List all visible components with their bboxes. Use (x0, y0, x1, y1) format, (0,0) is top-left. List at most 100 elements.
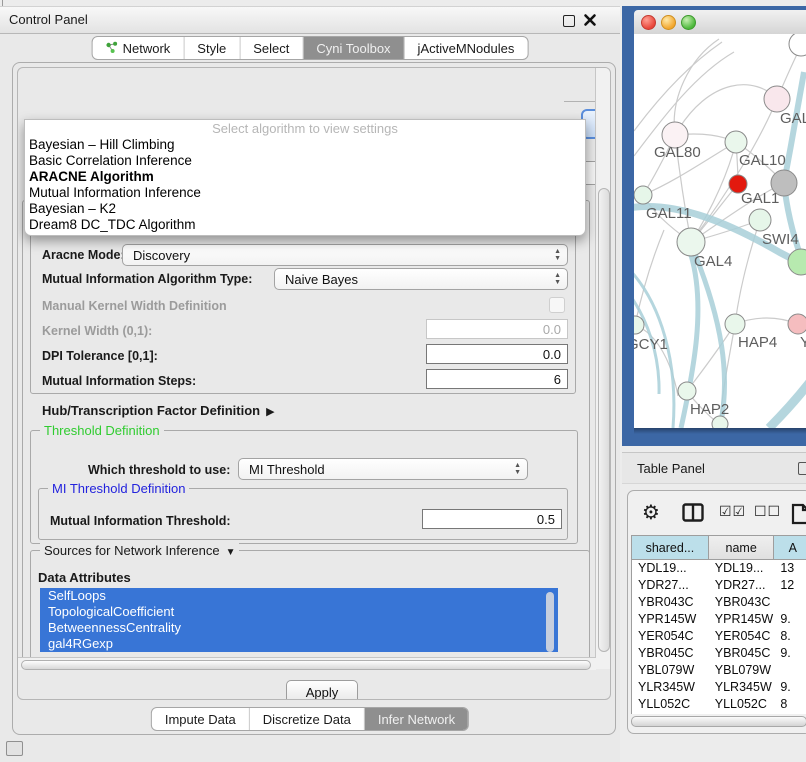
tab-impute-data[interactable]: Impute Data (152, 708, 250, 730)
table-cell: YDR27... (709, 577, 775, 594)
table-row[interactable]: YDL19...YDL19...13 (632, 560, 806, 577)
algorithm-option-mutual-information-inference[interactable]: Mutual Information Inference (25, 185, 585, 201)
table-cell: YDL19... (709, 560, 775, 577)
close-traffic-light-icon[interactable] (641, 15, 656, 30)
select-all-icon[interactable]: ☑☑ (719, 503, 746, 520)
network-node-gal10[interactable] (725, 131, 747, 153)
table-row[interactable]: YBR045CYBR045C9. (632, 645, 806, 662)
table-row[interactable]: YPR145WYPR145W9. (632, 611, 806, 628)
table-row[interactable]: YBL079WYBL079W (632, 662, 806, 679)
network-node-gal11[interactable] (634, 186, 652, 204)
kernel-width-field[interactable]: 0.0 (426, 319, 568, 339)
float-window-icon[interactable] (798, 462, 806, 475)
tab-select[interactable]: Select (240, 37, 303, 59)
hub-tf-definition-label: Hub/Transcription Factor Definition (42, 403, 260, 418)
apply-button[interactable]: Apply (286, 680, 358, 700)
table-cell: YER054C (709, 628, 775, 645)
network-node[interactable] (789, 34, 806, 56)
close-icon[interactable] (583, 13, 597, 27)
manual-kernel-width-checkbox[interactable] (549, 297, 565, 313)
table-cell: YLR345W (632, 679, 709, 696)
network-node-y[interactable] (788, 314, 806, 334)
scrollbar-thumb[interactable] (21, 660, 591, 670)
table-row[interactable]: YER054CYER054C8. (632, 628, 806, 645)
attribute-item-selfloops[interactable]: SelfLoops (40, 588, 558, 604)
algorithm-option-basic-correlation-inference[interactable]: Basic Correlation Inference (25, 153, 585, 169)
stepper-icon: ▲▼ (514, 462, 521, 476)
attribute-item-gal4rgexp[interactable]: gal4RGexp (40, 636, 558, 652)
minimized-panel-icon[interactable] (6, 741, 23, 756)
network-window-titlebar[interactable] (634, 10, 806, 35)
mi-algorithm-type-select[interactable]: Naive Bayes ▲▼ (274, 268, 568, 290)
network-edge (695, 254, 725, 422)
dpi-tolerance-field[interactable]: 0.0 (426, 344, 568, 364)
table-row[interactable]: YDR27...YDR27...12 (632, 577, 806, 594)
deselect-all-icon[interactable]: ☐☐ (754, 503, 781, 520)
sources-group-title[interactable]: Sources for Network Inference▼ (40, 543, 239, 558)
column-header-shared[interactable]: shared... (632, 536, 709, 559)
algorithm-option-dream8-dc-tdc-algorithm[interactable]: Dream8 DC_TDC Algorithm (25, 217, 585, 233)
mi-steps-field[interactable]: 6 (426, 369, 568, 389)
tab-label: Network (123, 41, 171, 56)
table-cell: YLL052C (709, 696, 775, 710)
network-window: GALGAL80GAL10GAL1GAL11GAL4SWI4HAP4YGCY1H… (622, 6, 806, 446)
tab-label: Impute Data (165, 712, 236, 727)
network-edge (634, 42, 722, 131)
table-cell: YBL079W (709, 662, 775, 679)
which-threshold-select[interactable]: MI Threshold ▲▼ (238, 458, 528, 480)
zoom-traffic-light-icon[interactable] (681, 15, 696, 30)
network-node-hap2[interactable] (678, 382, 696, 400)
tab-network[interactable]: Network (93, 37, 185, 59)
node-label-gal80: GAL80 (654, 144, 701, 161)
network-node-gal1[interactable] (749, 209, 771, 231)
tab-jactivemnodules[interactable]: jActiveMNodules (405, 37, 528, 59)
algorithm-option-bayesian-k2[interactable]: Bayesian – K2 (25, 201, 585, 217)
attribute-item-betweennesscentrality[interactable]: BetweennessCentrality (40, 620, 558, 636)
aracne-mode-select[interactable]: Discovery ▲▼ (122, 244, 568, 266)
table-panel-titlebar: Table Panel (622, 452, 806, 484)
network-node-gal[interactable] (764, 86, 790, 112)
network-node-hap4[interactable] (725, 314, 745, 334)
table-cell (774, 662, 806, 679)
network-node-gal4[interactable] (677, 228, 705, 256)
split-view-icon[interactable] (682, 503, 704, 527)
tab-cyni-toolbox[interactable]: Cyni Toolbox (303, 37, 404, 59)
algorithm-option-aracne-algorithm[interactable]: ARACNE Algorithm (25, 169, 585, 185)
attribute-item-topologicalcoefficient[interactable]: TopologicalCoefficient (40, 604, 558, 620)
screenshot-stage: Control Panel NetworkStyleSelectCyni Too… (0, 0, 806, 762)
mi-steps-label: Mutual Information Steps: (42, 374, 196, 388)
aracne-mode-value: Discovery (133, 248, 190, 263)
new-table-icon[interactable] (791, 503, 806, 530)
settings-horizontal-scrollbar[interactable] (18, 657, 596, 670)
table-cell: YPR145W (632, 611, 709, 628)
attribute-list-scrollbar[interactable] (546, 592, 554, 652)
node-table: shared...nameA YDL19...YDL19...13YDR27..… (631, 535, 806, 714)
minimize-traffic-light-icon[interactable] (661, 15, 676, 30)
tab-infer-network[interactable]: Infer Network (365, 708, 468, 730)
column-header-a[interactable]: A (774, 536, 806, 559)
node-label-y: Y (800, 334, 806, 351)
table-row[interactable]: YBR043CYBR043C (632, 594, 806, 611)
hub-tf-definition-toggle[interactable]: Hub/Transcription Factor Definition▶ (42, 403, 275, 418)
table-horizontal-scrollbar[interactable] (630, 715, 806, 727)
network-icon (106, 41, 118, 56)
table-cell: YLR345W (709, 679, 775, 696)
mi-threshold-field[interactable]: 0.5 (422, 509, 562, 529)
network-node-swi4[interactable] (788, 249, 806, 275)
data-attributes-list[interactable]: SelfLoopsTopologicalCoefficientBetweenne… (40, 588, 558, 657)
float-window-icon[interactable] (563, 15, 575, 27)
node-label-gal10: GAL10 (739, 152, 786, 169)
algorithm-option-bayesian-hill-climbing[interactable]: Bayesian – Hill Climbing (25, 137, 585, 153)
table-header-row: shared...nameA (632, 536, 806, 560)
gear-icon[interactable]: ⚙ (642, 503, 660, 523)
aracne-mode-label: Aracne Mode: (42, 248, 125, 262)
column-header-name[interactable]: name (709, 536, 775, 559)
scrollbar-thumb[interactable] (598, 188, 610, 652)
settings-vertical-scrollbar[interactable] (595, 68, 610, 669)
network-canvas[interactable]: GALGAL80GAL10GAL1GAL11GAL4SWI4HAP4YGCY1H… (634, 34, 806, 428)
table-row[interactable]: YLL052CYLL052C8 (632, 696, 806, 710)
scrollbar-thumb[interactable] (631, 716, 806, 727)
tab-discretize-data[interactable]: Discretize Data (250, 708, 365, 730)
tab-style[interactable]: Style (184, 37, 240, 59)
table-row[interactable]: YLR345WYLR345W9. (632, 679, 806, 696)
